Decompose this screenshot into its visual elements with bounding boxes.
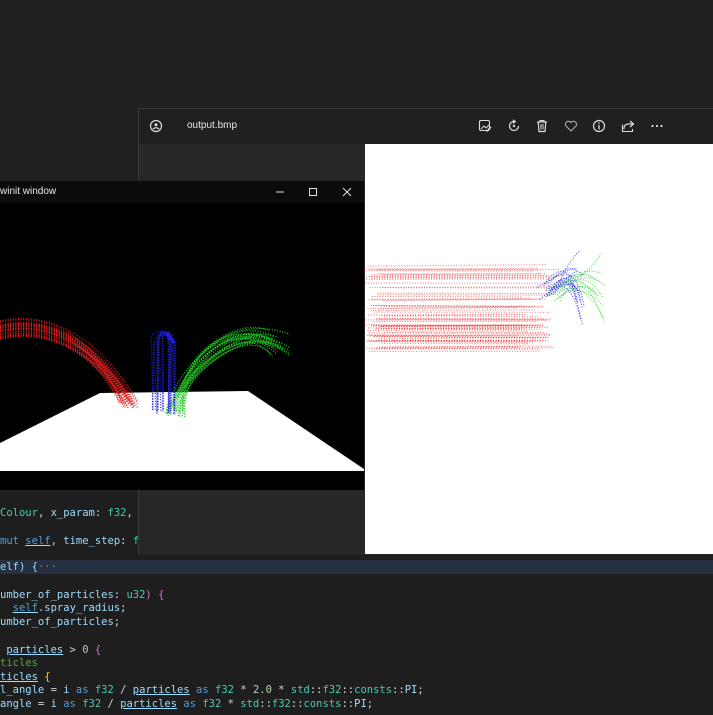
red-particle-trail [382, 306, 543, 309]
code-line: Colour, x_param: f32, y_p [0, 507, 158, 519]
window-title: winit window [0, 186, 57, 197]
file-name: output.bmp [187, 120, 238, 131]
winit-window[interactable]: winit window [0, 181, 364, 490]
winit-titlebar[interactable]: winit window [0, 181, 364, 203]
render-viewport[interactable] [0, 203, 364, 490]
close-icon[interactable] [339, 184, 355, 200]
red-particle-trail [368, 313, 524, 316]
code-line: ticles [0, 657, 38, 669]
red-particle-trail [366, 346, 519, 349]
delete-icon[interactable] [534, 118, 550, 134]
red-particle-trail [375, 328, 540, 331]
favorite-heart-icon[interactable] [563, 118, 579, 134]
red-particle-trail [369, 274, 548, 277]
red-particle-trail [381, 342, 529, 345]
code-line: self.spray_radius; [12, 602, 127, 614]
code-line: angle = i as f32 / particles as f32 * st… [0, 698, 374, 710]
desktop: Colour, x_param: f32, y_p mut self, time… [0, 0, 713, 715]
rotate-icon[interactable] [506, 118, 522, 134]
code-line: l_angle = i as f32 / particles as f32 * … [0, 684, 424, 696]
edit-image-icon[interactable] [477, 118, 493, 134]
more-options-icon[interactable] [649, 118, 665, 134]
red-particle-trail [372, 309, 535, 312]
code-line: mut self, time_step: f32) [0, 535, 158, 547]
minimize-icon[interactable] [272, 184, 288, 200]
red-particle-trail [367, 330, 529, 332]
code-line: umber_of_particles; [0, 616, 121, 628]
code-line: umber_of_particles: u32) { [0, 589, 165, 601]
red-particle-trail [376, 317, 546, 320]
bitmap-image [365, 144, 713, 554]
share-icon[interactable] [620, 118, 636, 134]
photo-app-icon [149, 119, 163, 133]
code-line: particles > 0 { [6, 644, 102, 656]
red-particle-trail [367, 340, 528, 344]
red-particle-trail [368, 268, 561, 271]
particle-render-image [365, 249, 606, 352]
red-particle-trail [378, 337, 538, 340]
info-icon[interactable] [591, 118, 607, 134]
code-line-folded[interactable]: elf) {··· [0, 560, 713, 574]
code-line: ticles { [0, 671, 51, 683]
red-particle-trail [367, 264, 546, 267]
red-particle-trail [371, 274, 565, 277]
3d-scene [0, 317, 364, 490]
maximize-icon[interactable] [305, 184, 321, 200]
photos-toolbar: output.bmp [139, 109, 713, 144]
red-particle-trail [368, 332, 548, 334]
